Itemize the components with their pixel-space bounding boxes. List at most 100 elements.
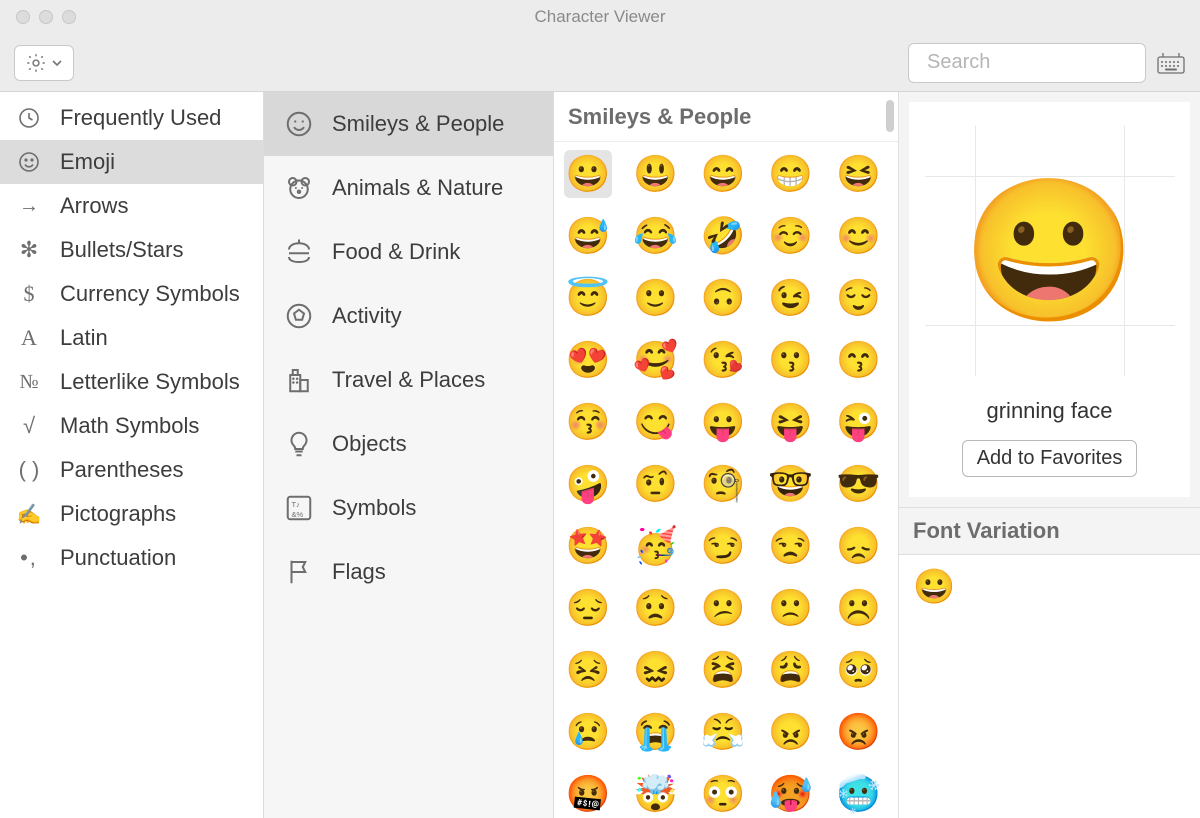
subcategory-item-symbols[interactable]: T♪&%Symbols	[264, 476, 553, 540]
subcategory-item-animals-nature[interactable]: Animals & Nature	[264, 156, 553, 220]
emoji-cell[interactable]: 🧐	[699, 460, 747, 508]
sidebar-item-bullets-stars[interactable]: ✻Bullets/Stars	[0, 228, 263, 272]
emoji-cell[interactable]: 🙃	[699, 274, 747, 322]
emoji-cell[interactable]: 😤	[699, 708, 747, 756]
sidebar-item-latin[interactable]: ALatin	[0, 316, 263, 360]
search-field[interactable]	[908, 43, 1146, 83]
sidebar-item-letterlike-symbols[interactable]: №Letterlike Symbols	[0, 360, 263, 404]
emoji-cell[interactable]: 🥺	[834, 646, 882, 694]
emoji-cell[interactable]: 😀	[564, 150, 612, 198]
sidebar-item-label: Pictographs	[60, 501, 176, 527]
sidebar-item-pictographs[interactable]: ✍Pictographs	[0, 492, 263, 536]
sidebar-item-frequently-used[interactable]: Frequently Used	[0, 96, 263, 140]
subcategory-item-food-drink[interactable]: Food & Drink	[264, 220, 553, 284]
emoji-cell[interactable]: 🤓	[767, 460, 815, 508]
search-input[interactable]	[927, 51, 1192, 74]
zoom-window-button[interactable]	[62, 10, 76, 24]
subcategory-item-travel-places[interactable]: Travel & Places	[264, 348, 553, 412]
emoji-cell[interactable]: 😘	[699, 336, 747, 384]
emoji-cell[interactable]: 😳	[699, 770, 747, 818]
add-to-favorites-button[interactable]: Add to Favorites	[962, 440, 1138, 477]
sidebar-item-parentheses[interactable]: ( )Parentheses	[0, 448, 263, 492]
emoji-grid: 😀 😃 😄 😁 😆 😅 😂 🤣 ☺️ 😊 😇 🙂 🙃 😉 😌 😍 🥰 😘 😗 😙 😚 😋 😛 😝 😜 🤪 🤨 🧐 🤓 😎 🤩 🥳 😏 😒 😞 😔 😟 😕 🙁…	[554, 142, 898, 818]
emoji-cell[interactable]: 🥶	[834, 770, 882, 818]
grid-section-header: Smileys & People	[554, 92, 898, 142]
subcategory-item-flags[interactable]: Flags	[264, 540, 553, 604]
sidebar-item-arrows[interactable]: →Arrows	[0, 184, 263, 228]
emoji-cell[interactable]: 🤬	[564, 770, 612, 818]
emoji-cell[interactable]: 😄	[699, 150, 747, 198]
emoji-cell[interactable]: 🙁	[767, 584, 815, 632]
subcategory-item-activity[interactable]: Activity	[264, 284, 553, 348]
settings-menu-button[interactable]	[14, 45, 74, 81]
emoji-cell[interactable]: 🙂	[632, 274, 680, 322]
emoji-cell[interactable]: 😔	[564, 584, 612, 632]
scrollbar-thumb[interactable]	[886, 100, 894, 132]
emoji-cell[interactable]: 😂	[632, 212, 680, 260]
emoji-cell[interactable]: 😁	[767, 150, 815, 198]
emoji-cell[interactable]: 😋	[632, 398, 680, 446]
emoji-cell[interactable]: 😒	[767, 522, 815, 570]
minimize-window-button[interactable]	[39, 10, 53, 24]
emoji-cell[interactable]: 🤩	[564, 522, 612, 570]
keyboard-viewer-icon	[1157, 49, 1185, 77]
subcategory-item-smileys-people[interactable]: Smileys & People	[264, 92, 553, 156]
subcategory-item-label: Symbols	[332, 495, 416, 521]
character-grid-panel: Smileys & People 😀 😃 😄 😁 😆 😅 😂 🤣 ☺️ 😊 😇 🙂 🙃 😉 😌 😍 🥰 😘 😗 😙 😚 😋…	[554, 92, 899, 818]
sidebar-item-math-symbols[interactable]: √Math Symbols	[0, 404, 263, 448]
emoji-cell[interactable]: 😩	[767, 646, 815, 694]
sidebar-item-currency-symbols[interactable]: $Currency Symbols	[0, 272, 263, 316]
sidebar-item-label: Currency Symbols	[60, 281, 240, 307]
emoji-cell[interactable]: 🥵	[767, 770, 815, 818]
emoji-cell[interactable]: 🤨	[632, 460, 680, 508]
emoji-cell[interactable]: 😚	[564, 398, 612, 446]
emoji-cell[interactable]: 😇	[564, 274, 612, 322]
emoji-cell[interactable]: 😃	[632, 150, 680, 198]
subcategory-item-objects[interactable]: Objects	[264, 412, 553, 476]
subcategory-item-label: Travel & Places	[332, 367, 485, 393]
emoji-cell[interactable]: ☺️	[767, 212, 815, 260]
emoji-cell[interactable]: 🥰	[632, 336, 680, 384]
emoji-cell[interactable]: 🤣	[699, 212, 747, 260]
emoji-cell[interactable]: 😎	[834, 460, 882, 508]
keyboard-viewer-button[interactable]	[1156, 48, 1186, 78]
sidebar-item-label: Frequently Used	[60, 105, 221, 131]
emoji-cell[interactable]: 😊	[834, 212, 882, 260]
emoji-cell[interactable]: 😕	[699, 584, 747, 632]
emoji-cell[interactable]: 😗	[767, 336, 815, 384]
sidebar-item-punctuation[interactable]: •,Punctuation	[0, 536, 263, 580]
emoji-cell[interactable]: 😉	[767, 274, 815, 322]
emoji-cell[interactable]: 😙	[834, 336, 882, 384]
emoji-cell[interactable]: 😆	[834, 150, 882, 198]
sidebar-item-emoji[interactable]: Emoji	[0, 140, 263, 184]
emoji-cell[interactable]: 😖	[632, 646, 680, 694]
emoji-cell[interactable]: 😏	[699, 522, 747, 570]
sidebar-item-label: Latin	[60, 325, 108, 351]
emoji-cell[interactable]: 😡	[834, 708, 882, 756]
subcategory-item-label: Activity	[332, 303, 402, 329]
emoji-cell[interactable]: 😝	[767, 398, 815, 446]
emoji-cell[interactable]: 🥳	[632, 522, 680, 570]
emoji-cell[interactable]: 😞	[834, 522, 882, 570]
emoji-cell[interactable]: 🤪	[564, 460, 612, 508]
sidebar-item-label: Parentheses	[60, 457, 184, 483]
emoji-cell[interactable]: 😭	[632, 708, 680, 756]
emoji-cell[interactable]: 😟	[632, 584, 680, 632]
smiley-outline-icon	[282, 109, 316, 139]
burger-icon	[282, 237, 316, 267]
font-variation-glyph[interactable]: 😀	[913, 568, 955, 606]
emoji-cell[interactable]: 😌	[834, 274, 882, 322]
close-window-button[interactable]	[16, 10, 30, 24]
emoji-cell[interactable]: 😛	[699, 398, 747, 446]
emoji-cell[interactable]: 😠	[767, 708, 815, 756]
emoji-cell[interactable]: 🤯	[632, 770, 680, 818]
clock-icon	[14, 106, 44, 130]
emoji-cell[interactable]: 😢	[564, 708, 612, 756]
emoji-cell[interactable]: 😣	[564, 646, 612, 694]
emoji-cell[interactable]: 😅	[564, 212, 612, 260]
star-icon: ✻	[14, 237, 44, 263]
emoji-cell[interactable]: 😜	[834, 398, 882, 446]
emoji-cell[interactable]: 😫	[699, 646, 747, 694]
emoji-cell[interactable]: 😍	[564, 336, 612, 384]
emoji-cell[interactable]: ☹️	[834, 584, 882, 632]
